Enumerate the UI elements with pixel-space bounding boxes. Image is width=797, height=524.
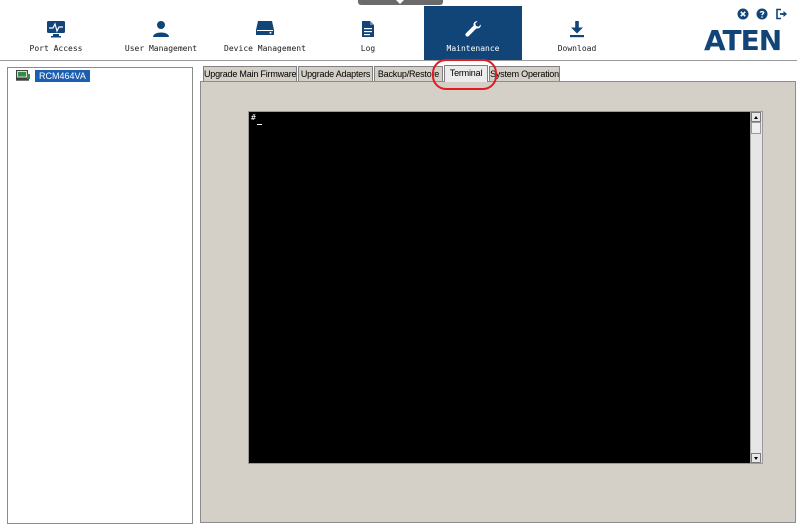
close-icon[interactable] <box>737 5 750 20</box>
nav-label: Log <box>360 44 376 53</box>
scroll-up-button[interactable] <box>751 112 761 122</box>
scroll-thumb[interactable] <box>751 122 761 134</box>
scroll-down-button[interactable] <box>751 453 761 463</box>
nav-label: Device Management <box>224 44 306 53</box>
tab-upgrade-adapters[interactable]: Upgrade Adapters <box>298 66 373 82</box>
tree-item-label: RCM464VA <box>35 70 90 82</box>
tab-upgrade-main-firmware[interactable]: Upgrade Main Firmware <box>203 66 297 82</box>
help-icon[interactable] <box>756 5 769 20</box>
aten-logo: ATEN <box>704 24 782 57</box>
network-device-icon <box>16 70 30 81</box>
tab-system-operation[interactable]: System Operation <box>489 66 560 82</box>
nav-label: Download <box>557 44 597 53</box>
terminal-prompt: # <box>251 113 256 122</box>
nav-maintenance[interactable]: Maintenance <box>424 6 522 60</box>
collapse-toolbar-handle[interactable] <box>358 0 443 5</box>
nav-device-management[interactable]: Device Management <box>220 6 310 58</box>
nav-label: Port Access <box>29 44 83 53</box>
user-icon <box>153 21 169 37</box>
nav-label: Maintenance <box>446 44 500 53</box>
nav-download[interactable]: Download <box>534 6 620 58</box>
chevron-down-icon <box>396 0 404 4</box>
download-icon <box>570 21 584 38</box>
top-navigation-bar: Port Access User Management Device Manag… <box>0 0 797 61</box>
document-icon <box>362 21 374 37</box>
device-tree-panel: RCM464VA <box>7 67 193 524</box>
nav-port-access[interactable]: Port Access <box>8 6 104 58</box>
nav-label: User Management <box>124 44 198 53</box>
terminal-cursor <box>257 124 262 125</box>
wrench-icon <box>465 21 481 37</box>
nav-user-management[interactable]: User Management <box>114 6 208 58</box>
monitor-pulse-icon <box>47 21 65 38</box>
terminal-scrollbar[interactable] <box>750 112 762 463</box>
nav-log[interactable]: Log <box>330 6 406 58</box>
server-icon <box>256 21 274 35</box>
terminal-console[interactable]: # <box>248 111 763 464</box>
logout-icon[interactable] <box>775 5 788 20</box>
terminal-tab-callout <box>432 59 497 90</box>
